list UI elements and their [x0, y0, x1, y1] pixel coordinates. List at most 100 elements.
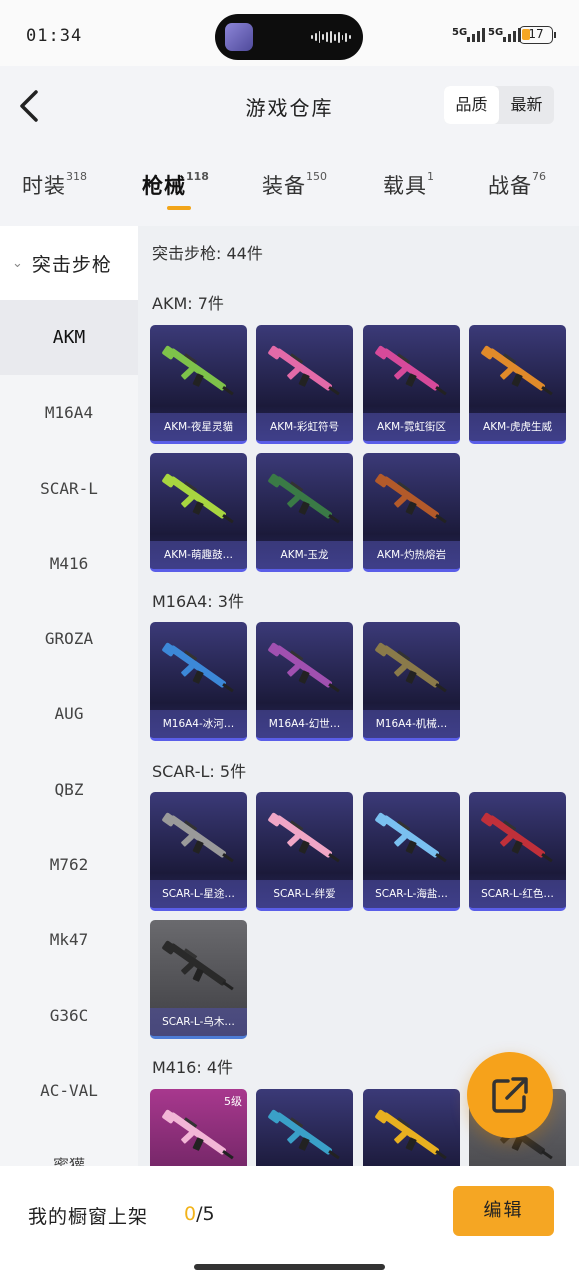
tab-vehicles[interactable]: 载具1 [383, 170, 434, 200]
skin-card[interactable]: AKM-玉龙 [256, 453, 353, 572]
sidebar-item-m16a4[interactable]: M16A4 [0, 375, 138, 450]
tab-count: 76 [532, 170, 546, 183]
sidebar-item-akm[interactable]: AKM [0, 300, 138, 376]
skin-name: AKM-玉龙 [256, 541, 353, 569]
category-summary: 突击步枪: 44件 [152, 244, 263, 263]
weapon-grid: 突击步枪: 44件 AKM: 7件 AKM-夜星灵貓 AKM-彩虹符号 AKM-… [138, 226, 579, 1166]
tab-weapons[interactable]: 枪械118 [142, 170, 209, 200]
skin-name: AKM-彩虹符号 [256, 413, 353, 441]
sidebar-item-mk47[interactable]: Mk47 [0, 902, 138, 977]
sort-quality-button[interactable]: 品质 [444, 86, 499, 124]
tab-supplies[interactable]: 战备76 [488, 170, 546, 200]
sidebar-category-label: 突击步枪 [31, 253, 112, 276]
skin-name: M16A4-冰河… [150, 710, 247, 738]
skin-card[interactable]: AKM-彩虹符号 [256, 325, 353, 444]
showcase-label: 我的橱窗上架 [28, 1206, 149, 1228]
tab-count: 318 [66, 170, 87, 183]
battery-icon: 17 [519, 26, 556, 44]
showcase-current: 0 [184, 1203, 197, 1225]
tab-label: 战备 [488, 174, 532, 198]
rifle-icon [268, 1109, 340, 1160]
skin-card[interactable] [363, 1089, 460, 1166]
rifle-icon [162, 812, 234, 863]
sort-toggle: 品质 最新 [444, 86, 554, 124]
rifle-icon [375, 345, 447, 396]
tab-equipment[interactable]: 装备150 [262, 170, 327, 200]
sidebar-item-aug[interactable]: AUG [0, 676, 138, 751]
sidebar-category[interactable]: ⌄ 突击步枪 [0, 226, 138, 300]
skin-name: SCAR-L-红色… [469, 880, 566, 908]
tab-label: 时装 [22, 174, 66, 198]
sidebar-item-m416[interactable]: M416 [0, 526, 138, 601]
group-title-m416: M416: 4件 [152, 1058, 234, 1077]
skin-card[interactable]: SCAR-L-星途… [150, 792, 247, 911]
skin-card[interactable]: M16A4-冰河… [150, 622, 247, 741]
skin-card[interactable]: AKM-夜星灵貓 [150, 325, 247, 444]
network-type-2: 5G [488, 27, 504, 38]
sidebar-item-g36c[interactable]: G36C [0, 978, 138, 1053]
tab-label: 装备 [262, 174, 306, 198]
page-header: 游戏仓库 品质 最新 [0, 66, 579, 146]
tab-count: 1 [427, 170, 434, 183]
sidebar-item-honey-badger[interactable]: 蜜獾 [0, 1128, 138, 1166]
rifle-icon [375, 812, 447, 863]
skin-card[interactable]: AKM-萌趣鼓… [150, 453, 247, 572]
rifle-icon [481, 812, 553, 863]
category-tabs: 时装318 枪械118 装备150 载具1 战备76 [0, 160, 579, 220]
rifle-icon [268, 812, 340, 863]
sidebar-item-scar-l[interactable]: SCAR-L [0, 451, 138, 526]
dynamic-island [215, 14, 363, 60]
skin-card[interactable]: 5级 [150, 1089, 247, 1166]
sidebar-item-groza[interactable]: GROZA [0, 601, 138, 676]
sort-newest-button[interactable]: 最新 [499, 86, 554, 124]
skin-card[interactable]: M16A4-机械… [363, 622, 460, 741]
skin-card[interactable]: AKM-霓虹街区 [363, 325, 460, 444]
skin-card[interactable]: SCAR-L-乌木… [150, 920, 247, 1039]
rifle-icon [375, 1109, 447, 1160]
home-indicator[interactable] [194, 1264, 385, 1270]
skin-name: AKM-灼热熔岩 [363, 541, 460, 569]
tab-label: 枪械 [142, 174, 186, 198]
tab-fashion[interactable]: 时装318 [22, 170, 87, 200]
share-button[interactable] [467, 1052, 553, 1138]
battery-level: 17 [528, 27, 544, 41]
grade-badge: 5级 [224, 1095, 242, 1108]
skin-name: M16A4-机械… [363, 710, 460, 738]
skin-card[interactable]: AKM-虎虎生威 [469, 325, 566, 444]
skin-card[interactable]: SCAR-L-红色… [469, 792, 566, 911]
sidebar-item-m762[interactable]: M762 [0, 827, 138, 902]
active-tab-indicator [167, 206, 191, 210]
rifle-icon [481, 345, 553, 396]
audio-wave-icon [311, 31, 351, 43]
showcase-total: /5 [196, 1203, 215, 1225]
tab-label: 载具 [383, 174, 427, 198]
skin-card[interactable] [256, 1089, 353, 1166]
share-icon [492, 1077, 528, 1113]
skin-name: SCAR-L-乌木… [150, 1008, 247, 1036]
rifle-icon [162, 940, 234, 991]
sidebar-item-qbz[interactable]: QBZ [0, 752, 138, 827]
group-title-scar-l: SCAR-L: 5件 [152, 762, 247, 781]
rifle-icon [268, 345, 340, 396]
skin-name: AKM-萌趣鼓… [150, 541, 247, 569]
sidebar-item-ac-val[interactable]: AC-VAL [0, 1053, 138, 1128]
skin-name: AKM-虎虎生威 [469, 413, 566, 441]
skin-name: AKM-霓虹街区 [363, 413, 460, 441]
signal-bars-icon [467, 26, 485, 42]
skin-card[interactable]: AKM-灼热熔岩 [363, 453, 460, 572]
skin-card[interactable]: M16A4-幻世… [256, 622, 353, 741]
rifle-icon [162, 473, 234, 524]
chevron-down-icon: ⌄ [12, 255, 24, 271]
rifle-icon [162, 345, 234, 396]
tab-count: 150 [306, 170, 327, 183]
network-type-1: 5G [452, 27, 468, 38]
rifle-icon [162, 1109, 234, 1160]
skin-card[interactable]: SCAR-L-绊爱 [256, 792, 353, 911]
rifle-icon [268, 473, 340, 524]
skin-card[interactable]: SCAR-L-海盐… [363, 792, 460, 911]
rifle-icon [375, 473, 447, 524]
status-time: 01:34 [26, 26, 83, 46]
rifle-icon [375, 642, 447, 693]
media-thumbnail [225, 23, 253, 51]
edit-button[interactable]: 编辑 [453, 1186, 554, 1236]
